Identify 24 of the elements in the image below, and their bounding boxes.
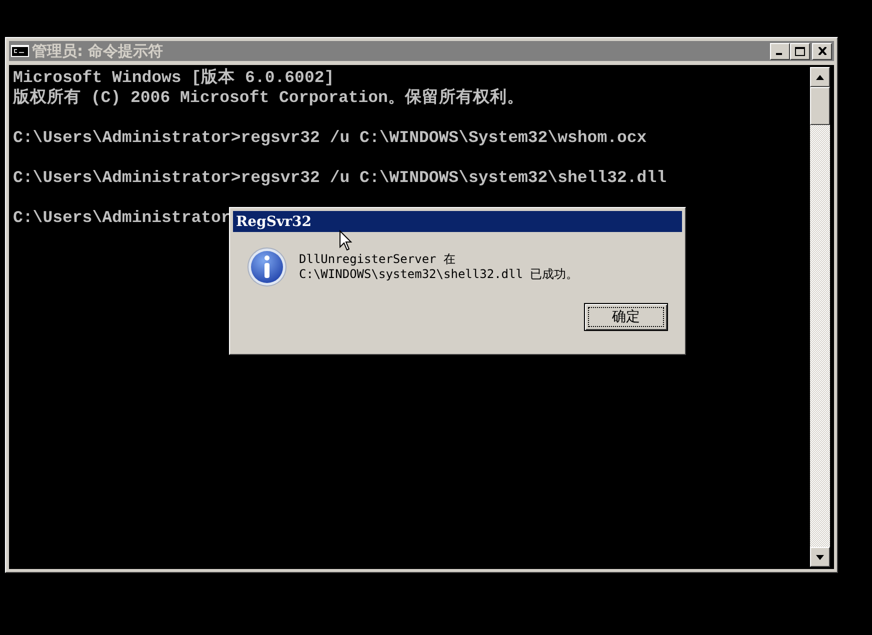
info-icon xyxy=(247,247,287,287)
down-arrow-icon xyxy=(816,554,824,560)
maximize-button[interactable] xyxy=(790,42,810,60)
mouse-pointer-icon xyxy=(339,230,353,252)
console-line: C:\Users\Administrator>regsvr32 /u C:\WINDOWS\system32\shell32.dll xyxy=(13,168,667,188)
console-line: C:\Users\Administrator xyxy=(13,208,231,228)
scroll-thumb[interactable] xyxy=(810,87,830,125)
maximize-icon xyxy=(795,46,805,56)
console-line: 版权所有 (C) 2006 Microsoft Corporation。保留所有权利。 xyxy=(13,88,524,108)
scroll-up-button[interactable] xyxy=(810,67,830,87)
scroll-down-button[interactable] xyxy=(810,547,830,567)
up-arrow-icon xyxy=(816,74,824,80)
console-icon xyxy=(11,45,29,57)
message-text: C:\WINDOWS\system32\shell32.dll 已成功。 xyxy=(299,267,578,282)
minimize-button[interactable] xyxy=(770,42,790,60)
dialog-title: RegSvr32 xyxy=(236,214,312,230)
window-title: 管理员: 命令提示符 xyxy=(32,42,164,60)
close-button[interactable] xyxy=(812,42,832,60)
message-text: DllUnregisterServer 在 xyxy=(299,252,456,267)
ok-button[interactable]: 确定 xyxy=(584,303,668,331)
close-icon xyxy=(818,47,826,55)
console-line: Microsoft Windows [版本 6.0.6002] xyxy=(13,68,334,88)
scrollbar[interactable] xyxy=(810,67,830,567)
console-line: C:\Users\Administrator>regsvr32 /u C:\WINDOWS\System32\wshom.ocx xyxy=(13,128,647,148)
